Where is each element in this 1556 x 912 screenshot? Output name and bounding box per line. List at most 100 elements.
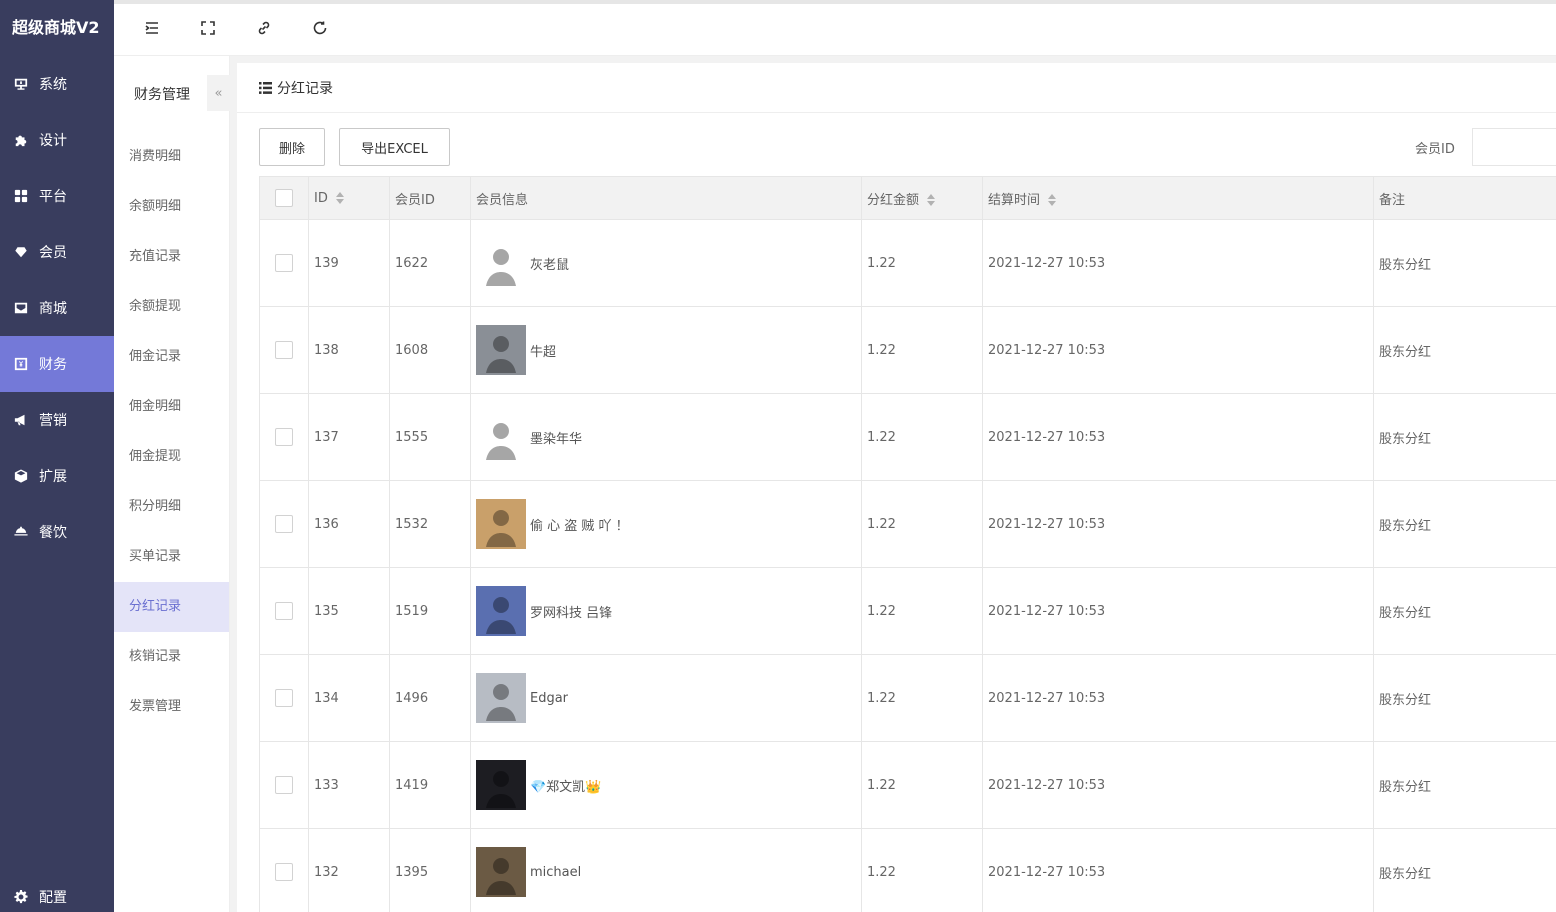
row-checkbox[interactable] bbox=[275, 689, 293, 707]
row-checkbox[interactable] bbox=[275, 602, 293, 620]
table-row[interactable]: 138 1608 牛超 1.22 2021-12-27 10:53 股东分红 bbox=[259, 306, 1556, 394]
member-id-cell: 1608 bbox=[389, 306, 471, 394]
export-excel-button[interactable]: 导出EXCEL bbox=[339, 128, 450, 166]
sidebar-item-1[interactable]: 设计 bbox=[0, 112, 114, 168]
table-row[interactable]: 132 1395 michael 1.22 2021-12-27 10:53 股东分红 bbox=[259, 828, 1556, 912]
sidebar-item-label: 餐饮 bbox=[39, 525, 67, 541]
avatar bbox=[476, 499, 526, 549]
avatar bbox=[476, 412, 526, 462]
member-info-cell: 罗网科技 吕锋 bbox=[470, 567, 862, 655]
collapse-button[interactable]: « bbox=[207, 75, 230, 111]
sub-sidebar-item-3[interactable]: 余额提现 bbox=[114, 282, 229, 332]
select-all-checkbox[interactable] bbox=[275, 189, 293, 207]
toolbar: 删除 导出EXCEL 会员ID bbox=[259, 128, 1556, 166]
user-avatar-icon bbox=[486, 510, 516, 547]
delete-button[interactable]: 删除 bbox=[259, 128, 325, 166]
sub-sidebar: 财务管理 « 消费明细 余额明细 充值记录 余额提现 佣金记录 佣金明细 佣金提现 积分明细买… bbox=[114, 56, 230, 912]
sidebar-item-config[interactable]: 配置 bbox=[0, 882, 114, 912]
row-checkbox[interactable] bbox=[275, 341, 293, 359]
remark-cell: 股东分红 bbox=[1373, 393, 1556, 481]
row-checkbox[interactable] bbox=[275, 254, 293, 272]
sidebar-item-label: 扩展 bbox=[39, 469, 67, 485]
avatar bbox=[476, 673, 526, 723]
sort-icon[interactable] bbox=[335, 192, 344, 204]
heart-icon bbox=[14, 245, 28, 259]
sub-nav: 消费明细 余额明细 充值记录 余额提现 佣金记录 佣金明细 佣金提现 积分明细 买单记录 分红记录… bbox=[114, 132, 229, 732]
member-id-cell: 1419 bbox=[389, 741, 471, 829]
select-cell bbox=[259, 306, 309, 394]
sidebar-item-2[interactable]: 平台 bbox=[0, 168, 114, 224]
member-id-label: 会员ID bbox=[1415, 142, 1455, 157]
link-button[interactable] bbox=[254, 18, 274, 38]
double-chevron-left-icon: « bbox=[214, 85, 223, 101]
page-title: 分红记录 bbox=[277, 80, 333, 97]
top-bar bbox=[114, 0, 1556, 56]
member-info: michael bbox=[476, 847, 861, 898]
sub-sidebar-item-6[interactable]: 佣金提现 bbox=[114, 432, 229, 482]
member-id-cell: 1555 bbox=[389, 393, 471, 481]
sub-sidebar-item-2[interactable]: 充值记录 bbox=[114, 232, 229, 282]
row-checkbox[interactable] bbox=[275, 776, 293, 794]
member-id-cell: 1519 bbox=[389, 567, 471, 655]
sub-sidebar-item-0[interactable]: 消费明细 bbox=[114, 132, 229, 182]
sub-sidebar-item-7[interactable]: 积分明细 bbox=[114, 482, 229, 532]
table-header-row: ID 会员ID 会员信息 分红金额 结算时间 备注 bbox=[259, 176, 1556, 220]
column-header-id[interactable]: ID bbox=[308, 176, 390, 220]
sort-icon[interactable] bbox=[927, 194, 936, 206]
menu-indent-icon bbox=[145, 22, 158, 34]
sidebar-item-4[interactable]: 商城 bbox=[0, 280, 114, 336]
id-cell: 134 bbox=[308, 654, 390, 742]
fullscreen-button[interactable] bbox=[198, 18, 218, 38]
table-row[interactable]: 139 1622 灰老鼠 1.22 2021-12-27 10:53 股东分红 bbox=[259, 219, 1556, 307]
sub-sidebar-item-11[interactable]: 发票管理 bbox=[114, 682, 229, 732]
settle-time-cell: 2021-12-27 10:53 bbox=[982, 828, 1374, 912]
refresh-button[interactable] bbox=[310, 18, 330, 38]
select-cell bbox=[259, 393, 309, 481]
column-header-settle-time[interactable]: 结算时间 bbox=[982, 176, 1374, 220]
sidebar-item-3[interactable]: 会员 bbox=[0, 224, 114, 280]
table-row[interactable]: 133 1419 💎郑文凯👑 1.22 2021-12-27 10:53 股东分红 bbox=[259, 741, 1556, 829]
row-checkbox[interactable] bbox=[275, 863, 293, 882]
select-cell bbox=[259, 219, 309, 307]
sub-sidebar-title: 财务管理 bbox=[134, 87, 190, 103]
column-header-amount[interactable]: 分红金额 bbox=[861, 176, 983, 220]
sub-sidebar-item-8[interactable]: 买单记录 bbox=[114, 532, 229, 582]
sidebar-item-label: 财务 bbox=[39, 357, 67, 373]
member-info-cell: Edgar bbox=[470, 654, 862, 742]
inbox-icon bbox=[14, 301, 28, 315]
sidebar-item-5[interactable]: 财务 bbox=[0, 336, 114, 392]
remark-cell: 股东分红 bbox=[1373, 567, 1556, 655]
member-info-cell: 偷 心 盗 贼 吖 ！ bbox=[470, 480, 862, 568]
select-cell bbox=[259, 828, 309, 912]
sub-sidebar-item-4[interactable]: 佣金记录 bbox=[114, 332, 229, 382]
sub-sidebar-item-10[interactable]: 核销记录 bbox=[114, 632, 229, 682]
remark-cell: 股东分红 bbox=[1373, 219, 1556, 307]
member-name: 💎郑文凯👑 bbox=[530, 779, 602, 795]
table-row[interactable]: 136 1532 偷 心 盗 贼 吖 ！ 1.22 2021-12-27 10:53 股东… bbox=[259, 480, 1556, 568]
table-row[interactable]: 134 1496 Edgar 1.22 2021-12-27 10:53 股东分红 bbox=[259, 654, 1556, 742]
sort-icon[interactable] bbox=[1048, 194, 1057, 206]
row-checkbox[interactable] bbox=[275, 428, 293, 446]
sub-sidebar-item-5[interactable]: 佣金明细 bbox=[114, 382, 229, 432]
row-checkbox[interactable] bbox=[275, 515, 293, 533]
sidebar-item-7[interactable]: 扩展 bbox=[0, 448, 114, 504]
member-info: 偷 心 盗 贼 吖 ！ bbox=[476, 499, 861, 549]
sub-sidebar-item-1[interactable]: 余额明细 bbox=[114, 182, 229, 232]
member-info-cell: 牛超 bbox=[470, 306, 862, 394]
sidebar-item-8[interactable]: 餐饮 bbox=[0, 504, 114, 560]
refresh-icon bbox=[313, 21, 327, 35]
table-row[interactable]: 137 1555 墨染年华 1.22 2021-12-27 10:53 股东分红 bbox=[259, 393, 1556, 481]
select-cell bbox=[259, 567, 309, 655]
app-logo[interactable]: 超级商城V2 bbox=[0, 0, 114, 56]
cube-icon bbox=[14, 469, 28, 483]
member-info-cell: 灰老鼠 bbox=[470, 219, 862, 307]
select-cell bbox=[259, 480, 309, 568]
member-id-input[interactable] bbox=[1472, 128, 1556, 166]
user-avatar-icon bbox=[486, 336, 516, 373]
sub-sidebar-item-9[interactable]: 分红记录 bbox=[114, 582, 229, 632]
sidebar-item-0[interactable]: 系统 bbox=[0, 56, 114, 112]
table-row[interactable]: 135 1519 罗网科技 吕锋 1.22 2021-12-27 10:53 股东分红 bbox=[259, 567, 1556, 655]
menu-indent-button[interactable] bbox=[142, 18, 162, 38]
sidebar-item-6[interactable]: 营销 bbox=[0, 392, 114, 448]
amount-cell: 1.22 bbox=[861, 567, 983, 655]
